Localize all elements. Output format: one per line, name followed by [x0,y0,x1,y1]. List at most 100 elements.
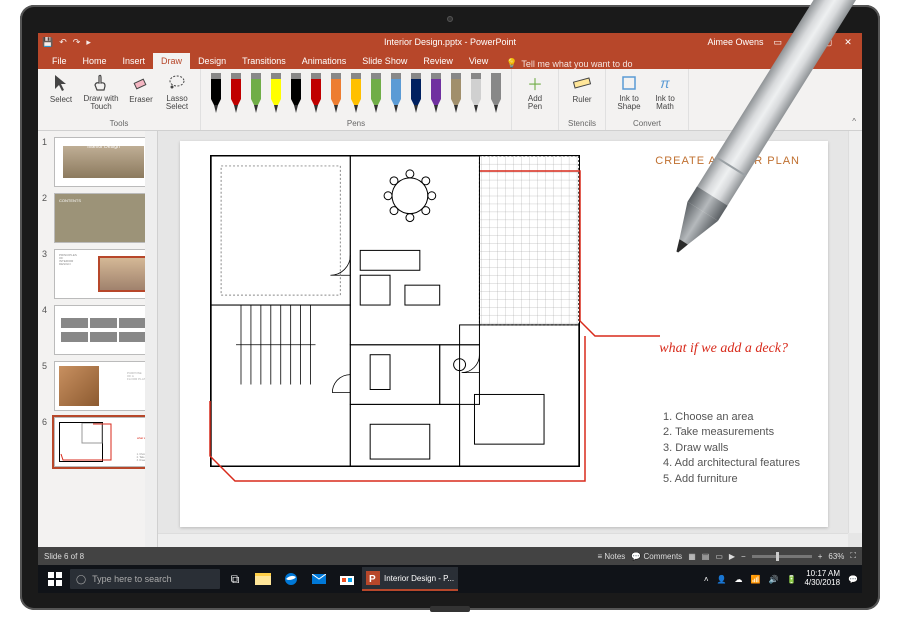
maximize-button[interactable]: ▢ [818,37,838,48]
battery-icon[interactable]: 🔋 [786,575,796,584]
slide-canvas-area: CREATE A FLOOR PLAN [158,131,862,547]
account-name[interactable]: Aimee Owens [707,37,763,47]
comments-button[interactable]: 💬 Comments [631,552,682,561]
store-icon[interactable] [334,567,360,591]
select-button[interactable]: Select [44,71,78,113]
save-icon[interactable]: 💾 [42,37,53,48]
taskbar-search[interactable]: ◯ Type here to search [70,569,220,589]
people-icon[interactable]: 👤 [717,575,727,584]
tab-draw[interactable]: Draw [153,53,190,69]
taskbar-app-label: Interior Design - P... [384,574,454,583]
edge-icon[interactable] [278,567,304,591]
pen-swatch[interactable] [267,73,285,113]
system-clock[interactable]: 10:17 AM 4/30/2018 [804,570,840,588]
minimize-button[interactable]: — [798,37,818,48]
zoom-in-icon[interactable]: + [818,552,823,561]
math-icon: π [655,73,675,93]
undo-icon[interactable]: ↶ [59,37,67,48]
ink-shape-label: Ink to Shape [614,95,644,111]
action-center-icon[interactable]: 💬 [848,575,858,584]
mail-icon[interactable] [306,567,332,591]
start-button[interactable] [42,567,68,591]
slide-thumbnail[interactable]: 2CONTENTS [42,193,153,243]
editor-body: 1Interior Design 2CONTENTS 3PRINCIPLESOFIN… [38,131,862,547]
thumbnail-number: 2 [42,193,50,243]
zoom-slider[interactable] [752,555,812,558]
pen-swatch[interactable] [347,73,365,113]
vertical-scrollbar[interactable] [848,131,862,533]
thumbnail-scrollbar[interactable] [145,131,157,547]
add-pen-button[interactable]: ＋ Add Pen [518,71,552,113]
horizontal-scrollbar[interactable] [158,533,848,547]
fit-window-icon[interactable]: ⛶ [850,551,856,561]
pen-swatch[interactable] [227,73,245,113]
tab-transitions[interactable]: Transitions [234,53,294,69]
slide-thumbnail[interactable]: 4 [42,305,153,355]
add-pen-label: Add Pen [520,95,550,111]
step-item: 3. Draw walls [663,441,800,456]
task-view-icon[interactable]: ⧉ [222,567,248,591]
draw-touch-button[interactable]: Draw with Touch [80,71,122,113]
pen-swatch[interactable] [327,73,345,113]
pen-swatch[interactable] [287,73,305,113]
taskbar-app-powerpoint[interactable]: P Interior Design - P... [362,567,458,591]
lasso-label: Lasso Select [162,95,192,111]
onedrive-icon[interactable]: ☁ [735,575,743,584]
close-button[interactable]: ✕ [838,37,858,48]
slide-thumbnail[interactable]: 1Interior Design [42,137,153,187]
redo-icon[interactable]: ↷ [73,37,81,48]
windows-hardware-button[interactable] [430,606,470,612]
view-reading-icon[interactable]: ▭ [715,552,723,561]
tab-design[interactable]: Design [190,53,234,69]
tab-review[interactable]: Review [415,53,461,69]
status-bar: Slide 6 of 8 ≡ Notes 💬 Comments ▦ ▤ ▭ ▶ … [38,547,862,565]
ruler-button[interactable]: Ruler [565,71,599,106]
view-normal-icon[interactable]: ▦ [688,552,696,561]
slide-thumbnails[interactable]: 1Interior Design 2CONTENTS 3PRINCIPLESOFIN… [38,131,158,547]
ink-to-shape-button[interactable]: Ink to Shape [612,71,646,113]
thumbnail-preview: PRINCIPLESOFINTERIORDESIGN [54,249,153,299]
ink-annotation: what if we add a deck? [659,341,788,357]
tray-up-icon[interactable]: ˄ [704,575,709,584]
slide-canvas[interactable]: CREATE A FLOOR PLAN [180,141,828,527]
pen-swatch[interactable] [407,73,425,113]
tab-animations[interactable]: Animations [294,53,355,69]
explorer-icon[interactable] [250,567,276,591]
slide-thumbnail[interactable]: 6what if...1. Choose2. Take3. Draw [42,417,153,467]
ribbon-options-icon[interactable]: ▭ [773,37,782,48]
tab-view[interactable]: View [461,53,496,69]
view-slideshow-icon[interactable]: ▶ [729,552,735,561]
collapse-ribbon-icon[interactable]: ^ [846,113,862,130]
volume-icon[interactable]: 🔊 [769,575,779,584]
pen-swatch[interactable] [487,73,505,113]
eraser-button[interactable]: Eraser [124,71,158,113]
pens-group-label: Pens [207,119,505,128]
pen-swatch[interactable] [207,73,225,113]
wifi-icon[interactable]: 📶 [751,575,761,584]
slide-thumbnail[interactable]: 3PRINCIPLESOFINTERIORDESIGN [42,249,153,299]
tab-file[interactable]: File [44,53,75,69]
step-item: 5. Add furniture [663,472,800,487]
zoom-level[interactable]: 63% [828,552,844,561]
tab-insert[interactable]: Insert [115,53,154,69]
pen-swatch[interactable] [367,73,385,113]
pen-swatch[interactable] [387,73,405,113]
clock-date: 4/30/2018 [804,579,840,588]
cursor-icon [51,73,71,93]
slideshow-icon[interactable]: ▸ [86,37,91,48]
tab-home[interactable]: Home [75,53,115,69]
pen-swatch[interactable] [247,73,265,113]
tab-slideshow[interactable]: Slide Show [354,53,415,69]
view-sorter-icon[interactable]: ▤ [702,552,710,561]
tell-me-search[interactable]: 💡 Tell me what you want to do [506,58,632,69]
pen-swatch[interactable] [467,73,485,113]
select-label: Select [50,95,72,104]
slide-thumbnail[interactable]: 5PURPOSEOF AFLOOR PLAN [42,361,153,411]
zoom-out-icon[interactable]: − [741,552,746,561]
lasso-button[interactable]: Lasso Select [160,71,194,113]
pen-swatch[interactable] [427,73,445,113]
pen-swatch[interactable] [447,73,465,113]
pen-swatch[interactable] [307,73,325,113]
ink-to-math-button[interactable]: π Ink to Math [648,71,682,113]
notes-button[interactable]: ≡ Notes [598,552,626,561]
